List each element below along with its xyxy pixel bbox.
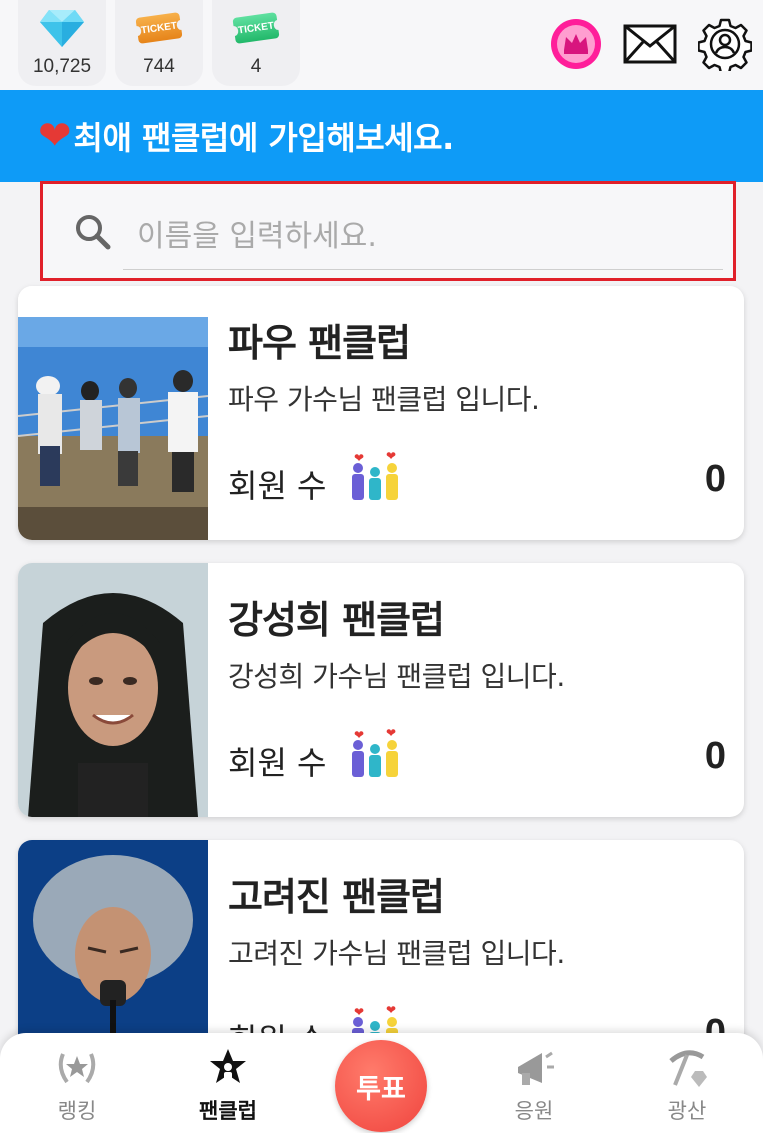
fanclub-photo — [18, 563, 208, 817]
nav-item-fanclub[interactable]: 팬클럽 — [168, 1033, 288, 1133]
fanclub-description: 파우 가수님 팬클럽 입니다. — [228, 383, 540, 416]
svg-text:❤: ❤ — [386, 449, 396, 463]
fanclub-title: 고려진 팬클럽 — [228, 875, 445, 919]
svg-text:❤: ❤ — [386, 1003, 396, 1017]
vote-button[interactable]: 투표 — [335, 1040, 427, 1132]
svg-text:❤: ❤ — [354, 1005, 364, 1019]
nav-label-fanclub: 팬클럽 — [199, 1099, 257, 1123]
fanclub-photo — [18, 286, 208, 540]
orange-ticket-count: 744 — [143, 56, 175, 77]
nav-label-cheer: 응원 — [514, 1099, 554, 1123]
orange-ticket-icon: TICKET — [135, 8, 183, 48]
heart-icon: ❤ — [38, 113, 72, 159]
join-fanclub-banner: ❤ 최애 팬클럽에 가입해보세요. — [0, 90, 763, 182]
star-person-icon — [206, 1047, 250, 1089]
svg-text:❤: ❤ — [386, 726, 396, 740]
pickaxe-icon — [665, 1047, 709, 1089]
fanclub-card[interactable]: 강성희 팬클럽 강성희 가수님 팬클럽 입니다. 회원 수 ❤ ❤ 0 — [18, 563, 744, 817]
nav-label-mine: 광산 — [667, 1099, 707, 1123]
green-ticket-icon: TICKET — [232, 8, 280, 48]
members-label: 회원 수 — [228, 467, 327, 505]
members-label: 회원 수 — [228, 744, 327, 782]
green-ticket-count: 4 — [250, 56, 262, 77]
members-icon: ❤ ❤ — [352, 726, 398, 777]
nav-item-mine[interactable]: 광산 — [627, 1033, 747, 1133]
green-ticket-balance[interactable]: TICKET 4 — [212, 0, 300, 86]
nav-item-cheer[interactable]: 응원 — [474, 1033, 594, 1133]
search-input[interactable] — [123, 204, 723, 270]
member-count: 0 — [704, 458, 726, 500]
search-box — [40, 181, 736, 281]
fanclub-title: 강성희 팬클럽 — [228, 598, 445, 642]
search-icon[interactable] — [73, 212, 113, 252]
nav-item-ranking[interactable]: 랭킹 — [17, 1033, 137, 1133]
member-count: 0 — [704, 735, 726, 777]
svg-text:❤: ❤ — [354, 451, 364, 465]
laurel-icon — [55, 1047, 99, 1089]
megaphone-icon — [512, 1047, 556, 1089]
fanclub-title: 파우 팬클럽 — [228, 321, 411, 365]
fanclub-description: 고려진 가수님 팬클럽 입니다. — [228, 937, 565, 970]
members-icon: ❤ ❤ — [352, 449, 398, 500]
fanclub-card[interactable]: 파우 팬클럽 파우 가수님 팬클럽 입니다. 회원 수 ❤ ❤ 0 — [18, 286, 744, 540]
mail-icon[interactable] — [622, 16, 678, 72]
diamond-balance[interactable]: 10,725 — [18, 0, 106, 86]
banner-text: 최애 팬클럽에 가입해보세요. — [73, 119, 455, 157]
crown-icon[interactable] — [548, 16, 604, 72]
orange-ticket-balance[interactable]: TICKET 744 — [115, 0, 203, 86]
diamond-count: 10,725 — [32, 56, 92, 77]
nav-label-ranking: 랭킹 — [57, 1099, 97, 1123]
diamond-icon — [39, 8, 85, 48]
svg-text:❤: ❤ — [354, 728, 364, 742]
top-bar: 10,725 TICKET 744 TICKET 4 — [0, 0, 763, 90]
fanclub-description: 강성희 가수님 팬클럽 입니다. — [228, 660, 565, 693]
settings-icon[interactable] — [697, 16, 753, 72]
